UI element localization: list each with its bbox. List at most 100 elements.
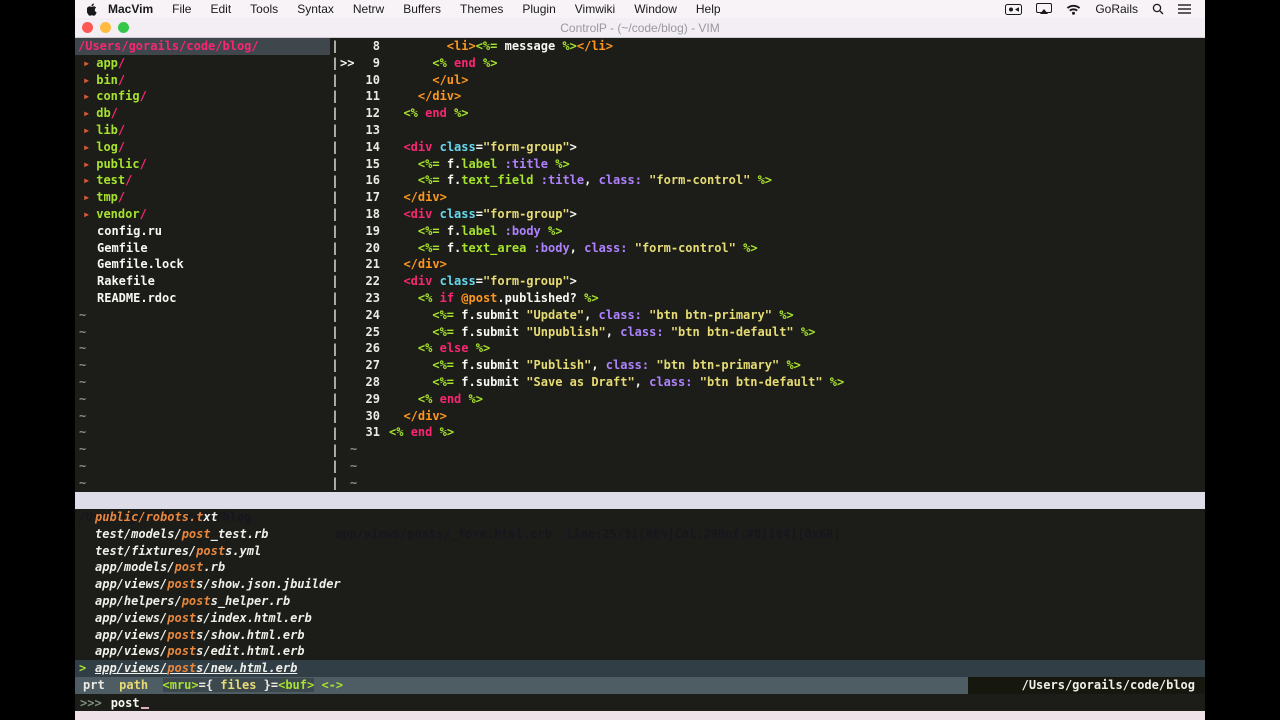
ctrlp-result[interactable]: app/models/post.rb [75,559,1205,576]
match-highlight: post [174,560,204,575]
code-line[interactable]: 20 <%= f.text_area :body, class: "form-c… [340,240,1205,257]
tree-item-dir[interactable]: ▸ log/ [75,139,330,156]
code-line[interactable]: >> 9 <% end %> [340,55,1205,72]
tree-item-dir[interactable]: ▸ tmp/ [75,189,330,206]
menu-item-vimwiki[interactable]: Vimwiki [575,2,615,16]
sign-column [340,357,356,374]
code-line[interactable]: 29 <% end %> [340,391,1205,408]
code-line[interactable]: 10 </ul> [340,72,1205,89]
screen-recording-icon[interactable] [1005,3,1023,15]
tree-item-dir[interactable]: ▸ db/ [75,105,330,122]
tree-item-file[interactable]: Gemfile.lock [75,256,330,273]
code-line[interactable]: 21 </div> [340,256,1205,273]
line-number: 31 [365,425,380,440]
sign-column [340,38,356,55]
ctrlp-result[interactable]: app/views/posts/show.json.jbuilder [75,576,1205,593]
editor-buffer[interactable]: 8 <li><%= message %></li> >> 9 <% end %> 10… [340,38,1205,492]
tree-item-dir[interactable]: ▸ bin/ [75,72,330,89]
menu-item-netrw[interactable]: Netrw [353,2,384,16]
code-line[interactable]: 24 <%= f.submit "Update", class: "btn bt… [340,307,1205,324]
tree-item-dir[interactable]: ▸ test/ [75,172,330,189]
menu-item-buffers[interactable]: Buffers [403,2,441,16]
menu-item-syntax[interactable]: Syntax [297,2,334,16]
tree-item-dir[interactable]: ▸ lib/ [75,122,330,139]
prompt-query[interactable]: post [102,695,140,711]
code-line[interactable]: 23 <% if @post.published? %> [340,290,1205,307]
code-token: <%= [417,173,440,188]
menu-item-file[interactable]: File [172,2,191,16]
tree-item-dir[interactable]: ▸ app/ [75,55,330,72]
code-line[interactable]: 30 </div> [340,408,1205,425]
code-line[interactable]: 28 <%= f.submit "Save as Draft", class: … [340,374,1205,391]
ctrlp-result[interactable]: public/robots.txt [75,509,1205,526]
code-token: :body [533,240,570,255]
code-line[interactable]: 19 <%= f.label :body %> [340,223,1205,240]
code-line[interactable]: 25 <%= f.submit "Unpublish", class: "btn… [340,324,1205,341]
tree-item-file[interactable]: Gemfile [75,240,330,257]
search-icon[interactable] [1152,3,1164,15]
zoom-button[interactable] [118,22,129,33]
ctrlp-result[interactable]: app/helpers/posts_helper.rb [75,593,1205,610]
empty-line-tilde: ~ [79,341,87,356]
minimize-button[interactable] [100,22,111,33]
ctrlp-prompt[interactable]: >>> post [75,694,1205,711]
sign-column [340,273,356,290]
code-text: </div> [380,256,446,273]
ctrlp-files-label[interactable]: files [213,678,264,692]
tree-item-dir[interactable]: ▸ config/ [75,88,330,105]
code-line[interactable]: 16 <%= f.text_field :title, class: "form… [340,172,1205,189]
notification-center-icon[interactable] [1178,4,1191,14]
gorails-menu-label[interactable]: GoRails [1095,2,1138,16]
close-button[interactable] [82,22,93,33]
tree-item-file[interactable]: config.ru [75,223,330,240]
code-line[interactable]: 15 <%= f.label :title %> [340,156,1205,173]
dir-name: lib [96,122,118,137]
code-line[interactable]: 14 <div class="form-group"> [340,139,1205,156]
tree-item-dir[interactable]: ▸ public/ [75,156,330,173]
line-number: 25 [365,324,380,339]
ctrlp-result[interactable]: > app/views/posts/new.html.erb [75,660,1205,677]
menu-item-help[interactable]: Help [696,2,721,16]
ctrlp-result[interactable]: test/fixtures/posts.yml [75,543,1205,560]
tree-item-file[interactable]: README.rdoc [75,290,330,307]
code-line[interactable]: 18 <div class="form-group"> [340,206,1205,223]
menu-item-macvim[interactable]: MacVim [108,2,153,16]
apple-menu-icon[interactable] [87,3,98,16]
wifi-icon[interactable] [1066,4,1081,15]
code-line[interactable]: 26 <% else %> [340,340,1205,357]
code-line[interactable]: 8 <li><%= message %></li> [340,38,1205,55]
menu-item-plugin[interactable]: Plugin [522,2,555,16]
line-number: 11 [365,89,380,104]
ctrlp-result[interactable]: app/views/posts/index.html.erb [75,610,1205,627]
window-split-separator[interactable]: | | | | | | | | | | | | | | | | | | | | … [330,38,340,492]
ctrlp-result[interactable]: test/models/post_test.rb [75,526,1205,543]
ctrlp-result[interactable]: app/views/posts/show.html.erb [75,627,1205,644]
ctrlp-mru-label[interactable]: <mru> [163,678,199,692]
code-text: <%= f.label :title %> [380,156,570,173]
menu-item-themes[interactable]: Themes [460,2,503,16]
airplay-icon[interactable] [1036,3,1053,15]
tree-item-dir[interactable]: ▸ vendor/ [75,206,330,223]
menu-item-window[interactable]: Window [634,2,677,16]
code-line[interactable]: 11 </div> [340,88,1205,105]
tree-root[interactable]: /Users/gorails/code/blog/ [75,38,330,55]
code-line[interactable]: 13 [340,122,1205,139]
menu-item-tools[interactable]: Tools [250,2,278,16]
ctrlp-buf-label[interactable]: <buf> [278,678,314,692]
tree-item-file[interactable]: Rakefile [75,273,330,290]
nerdtree-panel[interactable]: /Users/gorails/code/blog/▸ app/▸ bin/▸ conf… [75,38,330,492]
ctrlp-mode-prt: prt [83,678,105,692]
code-line[interactable]: 27 <%= f.submit "Publish", class: "btn b… [340,357,1205,374]
sign-column [340,189,356,206]
code-token: </div> [403,408,447,423]
code-line[interactable]: 31 <% end %> [340,424,1205,441]
code-line[interactable]: 17 </div> [340,189,1205,206]
ctrlp-result[interactable]: app/views/posts/edit.html.erb [75,643,1205,660]
code-line[interactable]: 22 <div class="form-group"> [340,273,1205,290]
menu-item-edit[interactable]: Edit [210,2,231,16]
match-highlight: post [196,543,226,558]
code-line[interactable]: 12 <% end %> [340,105,1205,122]
code-token: class: [620,324,664,339]
